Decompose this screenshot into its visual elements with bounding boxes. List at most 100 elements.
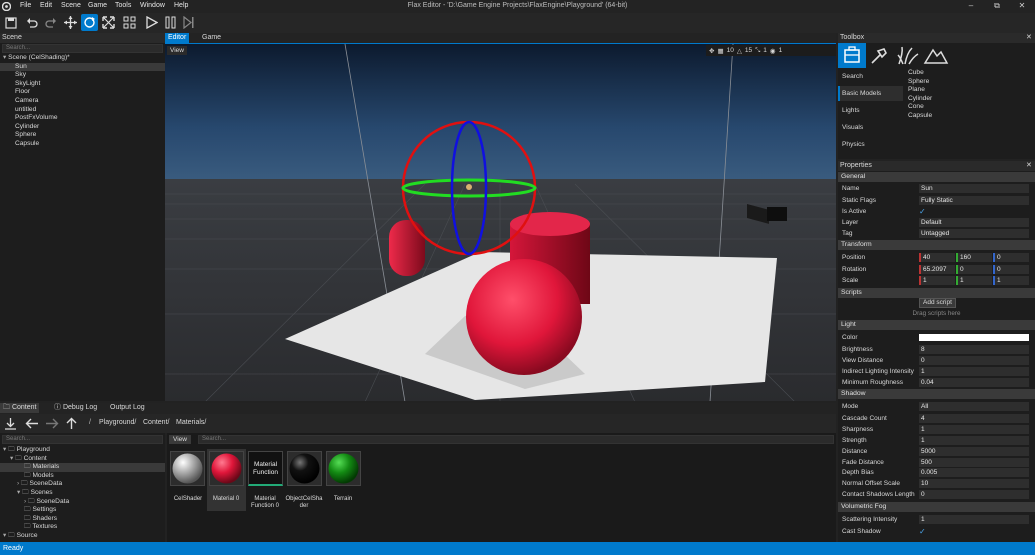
toolbox-cat-lights[interactable]: Lights — [842, 107, 860, 114]
folder-scenes-scenedata[interactable]: › 🗀 SceneData — [0, 498, 165, 507]
breadcrumb-playground[interactable]: Playground/ — [99, 419, 136, 426]
undo-icon[interactable] — [23, 14, 40, 31]
sharpness-input[interactable]: 1 — [919, 425, 1029, 434]
grid-snap-value[interactable]: 10 — [727, 47, 734, 54]
scale-z-input[interactable]: 1 — [993, 276, 1029, 285]
minimize-icon[interactable]: – — [958, 0, 984, 13]
angle-snap-icon[interactable]: △ — [737, 47, 742, 55]
viewport-view-button[interactable]: View — [167, 46, 187, 55]
position-z-input[interactable]: 0 — [993, 253, 1029, 262]
rotation-z-input[interactable]: 0 — [993, 265, 1029, 274]
transform-space-icon[interactable]: ✥ — [709, 47, 714, 55]
close-icon[interactable]: ✕ — [1009, 0, 1035, 13]
grid-icon[interactable]: ▦ — [717, 47, 723, 55]
scene-item-floor[interactable]: Floor — [3, 88, 165, 97]
toolbox-cat-search[interactable]: Search — [842, 73, 863, 80]
snap-icon[interactable] — [121, 14, 138, 31]
breadcrumb-materials[interactable]: Materials/ — [176, 419, 206, 426]
shadow-mode-dropdown[interactable]: All — [919, 402, 1029, 411]
fade-distance-input[interactable]: 500 — [919, 458, 1029, 467]
rotation-y-input[interactable]: 0 — [956, 265, 992, 274]
folder-playground[interactable]: ▾ 🗀 Playground — [0, 446, 165, 455]
toolbox-cat-visuals[interactable]: Visuals — [842, 124, 863, 131]
angle-snap-value[interactable]: 15 — [745, 47, 752, 54]
scene-item-cylinder[interactable]: Cylinder — [3, 123, 165, 132]
back-arrow-icon[interactable] — [25, 417, 39, 430]
terrain-mountains-icon[interactable] — [922, 43, 950, 68]
scene-item-skylight[interactable]: SkyLight — [3, 80, 165, 89]
toolbox-cat-basic-models[interactable]: Basic Models — [838, 86, 903, 101]
import-icon[interactable] — [4, 417, 17, 430]
rotate-gizmo-icon[interactable] — [81, 14, 98, 31]
camera-speed-value[interactable]: 1 — [779, 47, 783, 54]
static-flags-dropdown[interactable]: Fully Static — [919, 196, 1029, 205]
asset-thumb-terrain[interactable] — [326, 451, 361, 486]
scene-item-capsule[interactable]: Capsule — [3, 140, 165, 149]
group-light[interactable]: Light — [838, 320, 1035, 330]
scale-x-input[interactable]: 1 — [919, 276, 955, 285]
name-input[interactable]: Sun — [919, 184, 1029, 193]
visuals-grass-icon[interactable] — [894, 43, 922, 68]
scale-y-input[interactable]: 1 — [956, 276, 992, 285]
is-active-checkbox[interactable]: ✓ — [919, 207, 926, 216]
asset-search-input[interactable]: Search... — [198, 435, 834, 444]
scene-viewport[interactable]: View ✥ ▦ 10 △ 15 ⤡ 1 ◉ 1 — [165, 43, 836, 401]
light-brush-icon[interactable] — [866, 43, 894, 68]
folder-scenedata[interactable]: › 🗀 SceneData — [0, 480, 165, 489]
scene-item-camera[interactable]: Camera — [3, 97, 165, 106]
maximize-icon[interactable]: ⧉ — [984, 0, 1010, 13]
tab-debug-log[interactable]: ⓘ Debug Log — [51, 403, 100, 413]
toolbox-item-cylinder[interactable]: Cylinder — [908, 95, 932, 104]
scale-snap-icon[interactable]: ⤡ — [755, 47, 760, 55]
toolbox-close-icon[interactable]: ✕ — [1026, 33, 1032, 41]
folder-content[interactable]: ▾ 🗀 Content — [0, 455, 165, 464]
brightness-input[interactable]: 8 — [919, 345, 1029, 354]
folder-settings[interactable]: 🗀 Settings — [0, 506, 165, 515]
asset-view-button[interactable]: View — [169, 435, 191, 444]
normal-offset-input[interactable]: 10 — [919, 479, 1029, 488]
folder-source[interactable]: ▾ 🗀 Source — [0, 532, 165, 541]
tab-content[interactable]: 🗀 Content — [0, 403, 40, 413]
group-transform[interactable]: Transform — [838, 240, 1035, 250]
asset-thumb-material-function[interactable]: Material Function — [248, 451, 283, 486]
scene-item-sun[interactable]: Sun — [0, 62, 165, 72]
scene-item-sky[interactable]: Sky — [3, 71, 165, 80]
scene-item-postfxvolume[interactable]: PostFxVolume — [3, 114, 165, 123]
step-icon[interactable] — [180, 14, 197, 31]
save-icon[interactable] — [2, 14, 19, 31]
folder-scenes[interactable]: ▾ 🗀 Scenes — [0, 489, 165, 498]
tab-editor[interactable]: Editor — [165, 33, 190, 43]
scene-tree-root[interactable]: ▾ Scene (CelShading)* — [3, 54, 165, 63]
layer-dropdown[interactable]: Default — [919, 218, 1029, 227]
color-swatch[interactable] — [919, 334, 1029, 341]
basic-models-tab-icon[interactable] — [838, 43, 866, 68]
asset-thumb-celshader[interactable] — [170, 451, 205, 486]
properties-close-icon[interactable]: ✕ — [1026, 161, 1032, 169]
up-arrow-icon[interactable] — [65, 417, 78, 430]
redo-icon[interactable] — [42, 14, 59, 31]
scene-item-untitled[interactable]: untitled — [3, 106, 165, 115]
translate-gizmo-icon[interactable] — [62, 14, 79, 31]
position-y-input[interactable]: 160 — [956, 253, 992, 262]
forward-arrow-icon[interactable] — [45, 417, 59, 430]
view-distance-input[interactable]: 0 — [919, 356, 1029, 365]
tab-output-log[interactable]: Output Log — [107, 403, 148, 413]
distance-input[interactable]: 5000 — [919, 447, 1029, 456]
toolbox-item-capsule[interactable]: Capsule — [908, 112, 932, 121]
depth-bias-input[interactable]: 0.005 — [919, 468, 1029, 477]
add-script-button[interactable]: Add script — [919, 298, 956, 308]
toolbox-item-cube[interactable]: Cube — [908, 69, 932, 78]
indirect-intensity-input[interactable]: 1 — [919, 367, 1029, 376]
scene-search-input[interactable]: Search... — [2, 44, 163, 53]
rotation-x-input[interactable]: 65.2097 — [919, 265, 955, 274]
camera-speed-icon[interactable]: ◉ — [770, 47, 776, 55]
toolbox-item-cone[interactable]: Cone — [908, 103, 932, 112]
group-general[interactable]: General — [838, 172, 1035, 182]
scattering-input[interactable]: 1 — [919, 515, 1029, 524]
contact-shadows-input[interactable]: 0 — [919, 490, 1029, 499]
scene-item-sphere[interactable]: Sphere — [3, 131, 165, 140]
folder-textures[interactable]: 🗀 Textures — [0, 523, 165, 532]
tab-game[interactable]: Game — [199, 33, 224, 43]
scale-snap-value[interactable]: 1 — [763, 47, 767, 54]
group-shadow[interactable]: Shadow — [838, 389, 1035, 399]
